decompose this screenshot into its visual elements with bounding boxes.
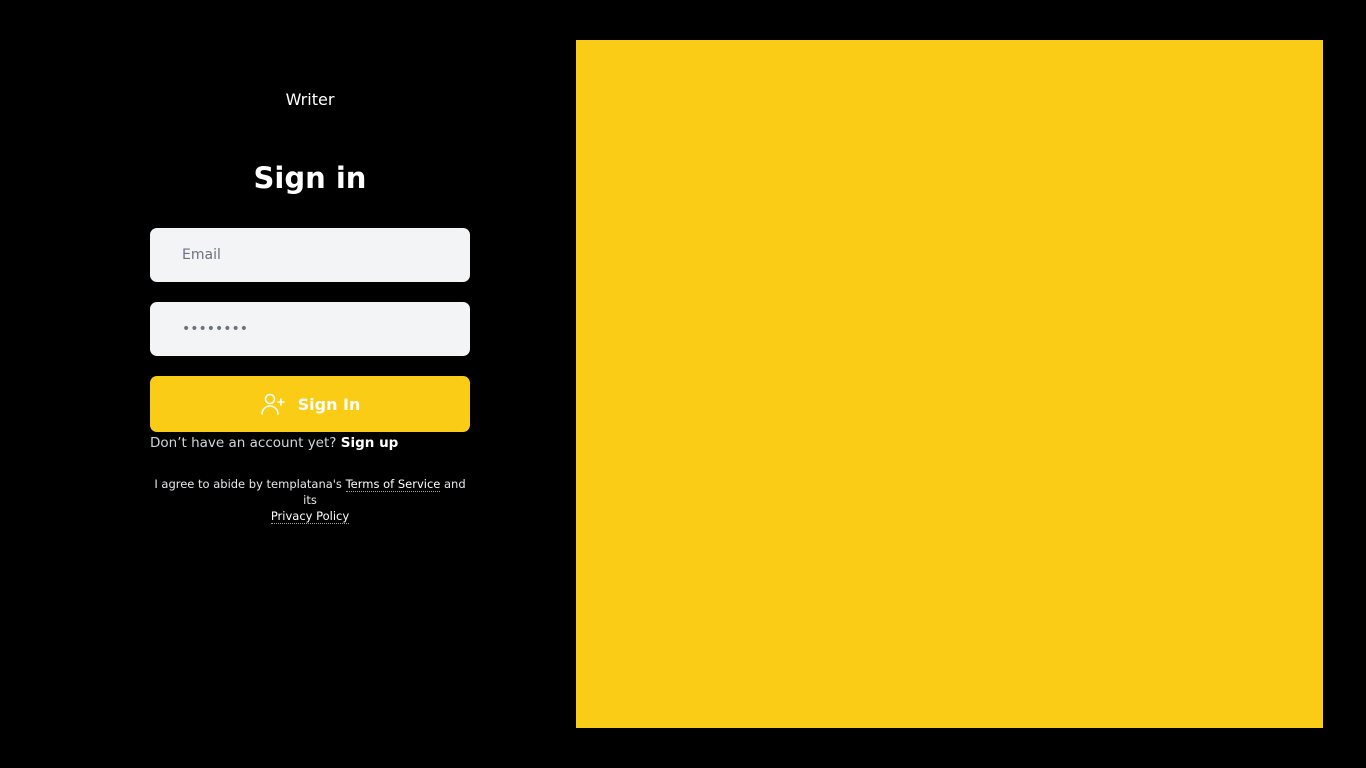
terms-of-service-link[interactable]: Terms of Service [345, 477, 441, 492]
sign-in-page: Writer Sign in Sign In Don’t have an acc… [0, 0, 1366, 768]
brand-name: Writer [285, 90, 335, 109]
email-field[interactable] [150, 228, 470, 282]
privacy-policy-link[interactable]: Privacy Policy [270, 509, 350, 524]
page-title: Sign in [253, 161, 367, 195]
signup-prompt-row: Don’t have an account yet? Sign up [150, 434, 470, 452]
user-plus-icon [260, 391, 286, 417]
terms-notice: I agree to abide by templatana's Terms o… [150, 476, 470, 524]
password-field[interactable] [150, 302, 470, 356]
signup-link[interactable]: Sign up [341, 435, 399, 451]
hero-panel [576, 40, 1323, 728]
terms-prefix-text: I agree to abide by templatana's [154, 477, 346, 491]
sign-in-button[interactable]: Sign In [150, 376, 470, 432]
sign-in-button-label: Sign In [297, 394, 361, 414]
signup-prompt-text: Don’t have an account yet? [150, 435, 341, 451]
sign-in-panel: Writer Sign in Sign In Don’t have an acc… [150, 0, 470, 768]
